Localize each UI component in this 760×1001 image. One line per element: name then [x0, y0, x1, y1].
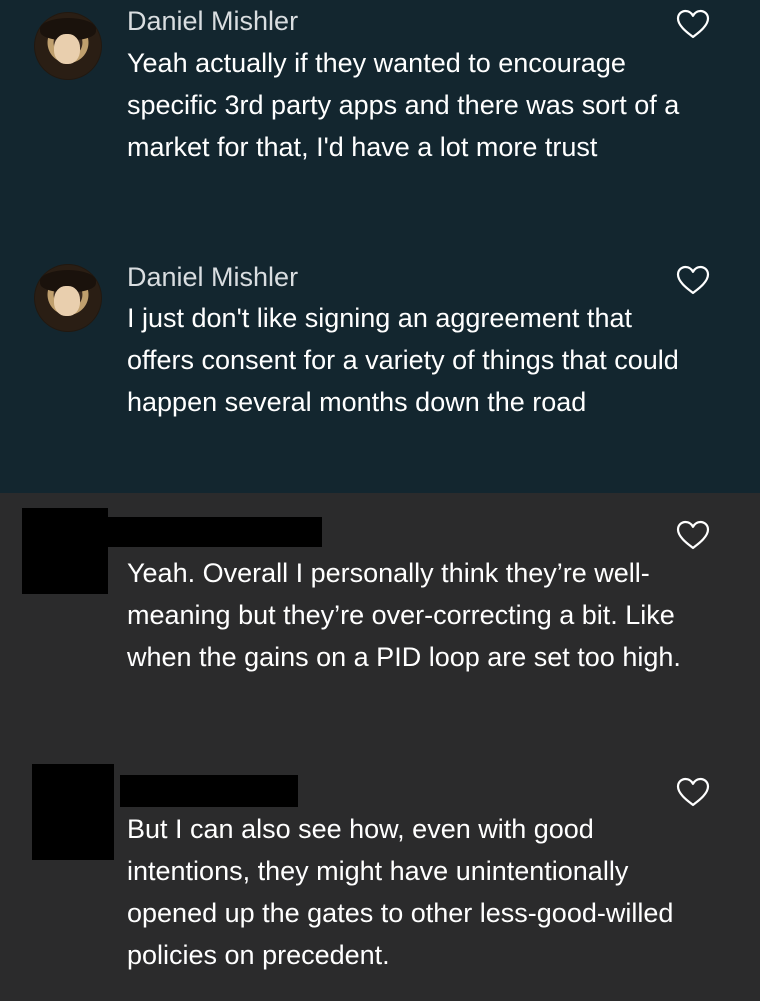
face-shape [54, 34, 80, 64]
avatar[interactable] [34, 264, 102, 332]
redacted-author [108, 517, 322, 547]
comment-text: Yeah. Overall I personally think they’re… [127, 558, 681, 672]
heart-outline-icon[interactable] [675, 519, 711, 551]
comment: Yeah. Overall I personally think they’re… [0, 493, 760, 750]
redacted-author [120, 775, 298, 807]
redacted-avatar [22, 508, 108, 594]
comment-text: I just don't like signing an aggreement … [127, 303, 679, 417]
avatar[interactable] [34, 12, 102, 80]
heart-outline-icon[interactable] [675, 264, 711, 296]
redacted-avatar [32, 764, 114, 860]
comment: Daniel Mishler I just don't like signing… [0, 246, 760, 493]
heart-outline-icon[interactable] [675, 776, 711, 808]
comment: But I can also see how, even with good i… [0, 750, 760, 1001]
comment-author[interactable]: Daniel Mishler [127, 260, 298, 294]
comment: Daniel Mishler Yeah actually if they wan… [0, 0, 760, 246]
heart-outline-icon[interactable] [675, 8, 711, 40]
face-shape [54, 286, 80, 316]
comment-text: But I can also see how, even with good i… [127, 814, 674, 970]
comment-author[interactable]: Daniel Mishler [127, 4, 298, 38]
comment-text: Yeah actually if they wanted to encourag… [127, 48, 680, 162]
